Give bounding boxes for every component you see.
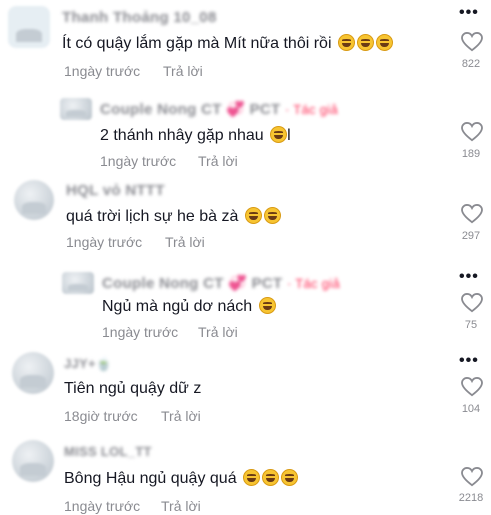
heart-outline-icon[interactable] [461, 467, 483, 487]
rofl-emoji [356, 34, 374, 51]
comment-item: JJY+🍵 ••• Tiên ngủ quậy dữ z 104 18giờ t… [0, 350, 491, 434]
comment-time: 1ngày trước [64, 63, 141, 79]
comment-item: Couple Nong CT 💞 PCT · Tác giả 2 thánh n… [0, 88, 491, 176]
avatar[interactable] [14, 180, 54, 220]
reply-button[interactable]: Trả lời [165, 234, 205, 250]
comment-text: Ít có quậy lắm gặp mà Mít nữa thôi rồi [62, 34, 393, 53]
comment-username[interactable]: Couple Nong CT 💞 PCT · Tác giả [102, 274, 340, 292]
grinning-sweat-emoji [262, 469, 280, 486]
like-count: 822 [461, 58, 481, 70]
comment-text: 2 thánh nhây gặp nhau l [100, 126, 291, 144]
comment-item: Thanh Thoảng 10_08 ••• Ít có quậy lắm gặ… [0, 0, 491, 85]
grinning-sweat-emoji [244, 207, 262, 224]
comment-time: 1ngày trước [102, 324, 179, 340]
reply-button[interactable]: Trả lời [161, 408, 201, 424]
author-tag: · Tác giả [286, 276, 341, 291]
comment-text: Tiên ngủ quậy dữ z [64, 380, 202, 397]
comment-item: MISS LOL_TT Bông Hậu ngủ quậy quá 2218 1… [0, 434, 491, 515]
comment-time: 1ngày trước [64, 498, 141, 514]
more-dots-icon[interactable]: ••• [459, 352, 479, 370]
reply-button[interactable]: Trả lời [163, 63, 203, 79]
like-count: 2218 [458, 492, 484, 504]
grinning-sweat-emoji [258, 297, 276, 314]
grinning-sweat-emoji [263, 207, 281, 224]
comment-username[interactable]: JJY+🍵 [64, 356, 112, 372]
more-dots-icon[interactable]: ••• [459, 4, 479, 22]
reply-button[interactable]: Trả lời [198, 153, 238, 169]
comment-item: Couple Nong CT 💞 PCT · Tác giả ••• Ngủ m… [0, 262, 491, 350]
more-dots-icon[interactable]: ••• [459, 268, 479, 286]
heart-outline-icon[interactable] [461, 377, 483, 397]
comment-item: HQL vỏ NTTT quá trời lịch sự he bà zà 29… [0, 176, 491, 262]
comment-text: Ngủ mà ngủ dơ nách [102, 297, 276, 316]
avatar[interactable] [60, 98, 92, 120]
comment-text: quá trời lịch sự he bà zà [66, 207, 281, 226]
like-count: 297 [461, 230, 481, 242]
heart-outline-icon[interactable] [461, 122, 483, 142]
comment-time: 1ngày trước [100, 153, 177, 169]
like-count: 75 [464, 319, 478, 331]
author-tag: · Tác giả [284, 102, 339, 117]
grinning-sweat-emoji [243, 469, 261, 486]
like-count: 104 [461, 403, 481, 415]
avatar[interactable] [8, 6, 50, 48]
avatar[interactable] [12, 352, 54, 394]
grinning-sweat-emoji [281, 469, 299, 486]
comment-username[interactable]: Thanh Thoảng 10_08 [62, 9, 217, 26]
rofl-emoji [375, 34, 393, 51]
reply-button[interactable]: Trả lời [198, 324, 238, 340]
comment-username[interactable]: MISS LOL_TT [64, 444, 152, 459]
avatar[interactable] [62, 272, 94, 294]
heart-outline-icon[interactable] [461, 32, 483, 52]
comment-time: 1ngày trước [66, 234, 143, 250]
comment-username[interactable]: HQL vỏ NTTT [66, 182, 165, 199]
comment-text: Bông Hậu ngủ quậy quá [64, 469, 299, 488]
avatar[interactable] [12, 440, 54, 482]
like-count: 189 [461, 148, 481, 160]
heart-outline-icon[interactable] [461, 204, 483, 224]
reply-button[interactable]: Trả lời [161, 498, 201, 514]
rofl-emoji [337, 34, 355, 51]
comment-time: 18giờ trước [64, 408, 138, 424]
grinning-sweat-emoji [270, 126, 288, 143]
comment-username[interactable]: Couple Nong CT 💞 PCT · Tác giả [100, 100, 338, 118]
heart-outline-icon[interactable] [461, 293, 483, 313]
